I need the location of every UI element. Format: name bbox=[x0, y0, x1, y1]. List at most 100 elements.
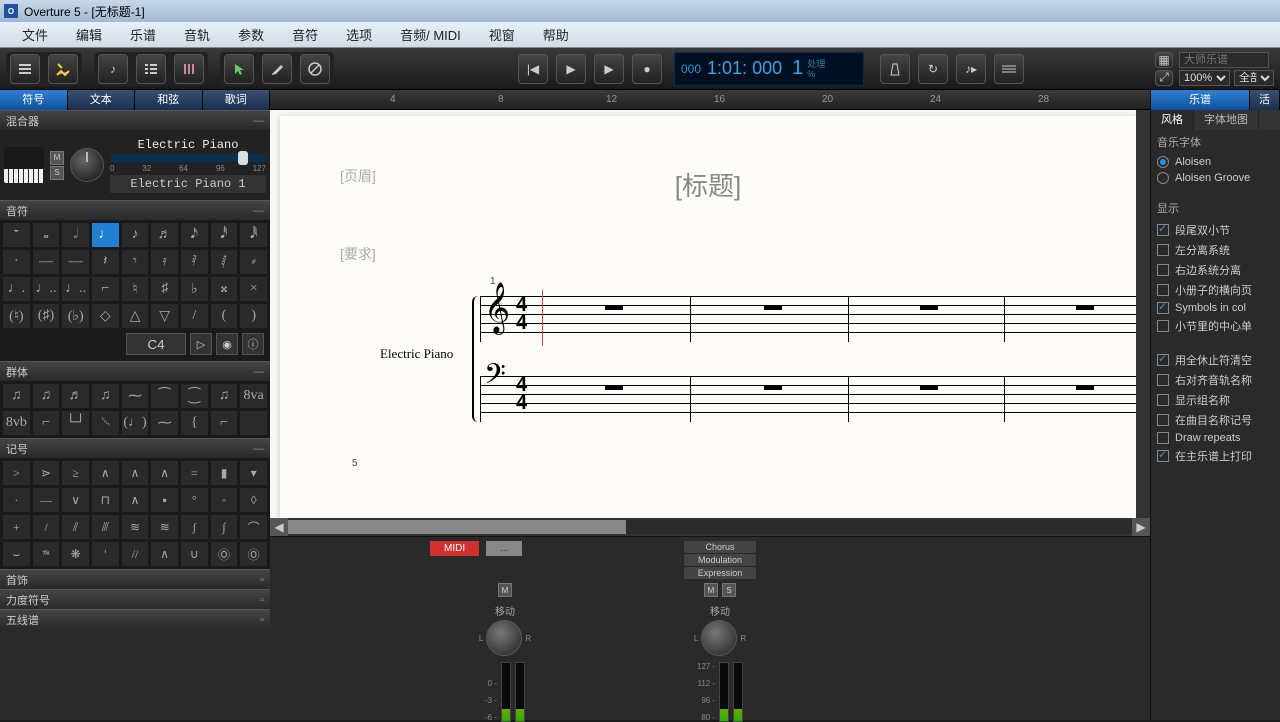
tab-text[interactable]: 文本 bbox=[68, 90, 136, 110]
preset-name[interactable]: Electric Piano 1 bbox=[110, 175, 266, 193]
note-cell[interactable]: 𝅗𝅥 bbox=[61, 222, 90, 248]
group-cell[interactable]: ♫ bbox=[2, 383, 31, 409]
menu-help[interactable]: 帮助 bbox=[529, 25, 583, 44]
mark-cell[interactable]: ▾ bbox=[239, 460, 268, 486]
mark-cell[interactable]: ∨ bbox=[61, 487, 90, 513]
mark-cell[interactable]: ▮ bbox=[210, 460, 239, 486]
note-cell[interactable]: · bbox=[2, 249, 31, 275]
note-cell[interactable]: 𝄿 bbox=[150, 249, 179, 275]
mark-cell[interactable]: ⋗ bbox=[32, 460, 61, 486]
note-cell[interactable]: — bbox=[32, 249, 61, 275]
library-search[interactable] bbox=[1179, 52, 1269, 68]
mark-cell[interactable]: > bbox=[2, 460, 31, 486]
note-cell[interactable]: 𝅝 bbox=[32, 222, 61, 248]
mark-cell[interactable]: = bbox=[180, 460, 209, 486]
mark-cell[interactable]: ∧ bbox=[121, 487, 150, 513]
all-select[interactable]: 全部 bbox=[1234, 70, 1274, 86]
time-signature[interactable]: 44 bbox=[516, 376, 527, 412]
page-header-placeholder[interactable]: [页眉] bbox=[340, 166, 376, 186]
group-cell[interactable]: ⌐ bbox=[32, 410, 61, 436]
pan-knob[interactable] bbox=[70, 148, 104, 182]
display-option[interactable]: 小册子的横向页 bbox=[1151, 280, 1280, 300]
score-area[interactable]: [页眉] [标题] [要求] Electric Piano 1 5 𝄞 44 bbox=[270, 110, 1150, 518]
mark-cell[interactable]: ʃ bbox=[180, 514, 209, 540]
mark-cell[interactable]: ◊ bbox=[239, 487, 268, 513]
ornaments-header[interactable]: 首饰▫ bbox=[0, 569, 270, 589]
font-option[interactable]: Aloisen Groove bbox=[1151, 170, 1280, 186]
mark-cell[interactable]: ⌒ bbox=[239, 514, 268, 540]
group-cell[interactable]: 8va bbox=[239, 383, 268, 409]
group-cell[interactable]: ⁐ bbox=[180, 383, 209, 409]
note-cell[interactable]: ⸗ bbox=[239, 249, 268, 275]
note-cell[interactable]: ♩.. bbox=[61, 276, 90, 302]
pal-info-button[interactable]: ⓘ bbox=[242, 333, 264, 355]
display-option[interactable]: 段尾双小节 bbox=[1151, 220, 1280, 240]
mark-cell[interactable]: / bbox=[32, 514, 61, 540]
mark-cell[interactable]: ⫽ bbox=[61, 514, 90, 540]
note-cell[interactable]: ( bbox=[210, 303, 239, 329]
play2-button[interactable]: ▶ bbox=[594, 54, 624, 84]
zoom-select[interactable]: 100% bbox=[1179, 70, 1230, 86]
requirements-placeholder[interactable]: [要求] bbox=[340, 244, 376, 264]
pencil-tool[interactable] bbox=[262, 54, 292, 84]
note-cell[interactable]: 𝅀 bbox=[180, 249, 209, 275]
note-cell[interactable]: ♩.. bbox=[32, 276, 61, 302]
staves-header[interactable]: 五线谱▫ bbox=[0, 609, 270, 629]
mark-cell[interactable]: Ⓞ bbox=[210, 541, 239, 567]
pal-send-button[interactable]: ▷ bbox=[190, 333, 212, 355]
scroll-right-button[interactable]: ▶ bbox=[1132, 518, 1150, 536]
menu-window[interactable]: 视窗 bbox=[475, 25, 529, 44]
pal-opts-button[interactable]: ◉ bbox=[216, 333, 238, 355]
midi-tab2[interactable]: ... bbox=[486, 541, 522, 556]
loop-button[interactable]: ↻ bbox=[918, 54, 948, 84]
zoom-button[interactable]: ⤢ bbox=[1155, 70, 1173, 86]
pan-knob-2[interactable] bbox=[701, 620, 737, 656]
mark-cell[interactable]: Ⓞ bbox=[239, 541, 268, 567]
mark-cell[interactable]: ≋ bbox=[150, 514, 179, 540]
menu-options[interactable]: 选项 bbox=[332, 25, 386, 44]
group-cell[interactable] bbox=[239, 410, 268, 436]
menu-track[interactable]: 音轨 bbox=[170, 25, 224, 44]
note-cell[interactable]: ⌐ bbox=[91, 276, 120, 302]
group-cell[interactable]: 𝆲 bbox=[91, 410, 120, 436]
note-cell[interactable]: 𝅘𝅥𝅯 bbox=[180, 222, 209, 248]
mixer-view-button[interactable] bbox=[174, 54, 204, 84]
note-cell[interactable]: (♭) bbox=[61, 303, 90, 329]
note-cell[interactable]: ♮ bbox=[121, 276, 150, 302]
display-option[interactable]: Symbols in col bbox=[1151, 300, 1280, 316]
whole-rest[interactable] bbox=[920, 305, 938, 310]
display-option[interactable]: 右对齐音轨名称 bbox=[1151, 370, 1280, 390]
group-cell[interactable]: ♬ bbox=[61, 383, 90, 409]
effect-expression[interactable]: Expression bbox=[684, 567, 757, 579]
mark-cell[interactable]: — bbox=[32, 487, 61, 513]
subtab-fontmap[interactable]: 字体地图 bbox=[1194, 110, 1259, 130]
mark-cell[interactable]: ∧ bbox=[150, 460, 179, 486]
mixer-header[interactable]: 混合器— bbox=[0, 110, 270, 130]
tab-chords[interactable]: 和弦 bbox=[135, 90, 203, 110]
note-cell[interactable]: / bbox=[180, 303, 209, 329]
note-cell[interactable]: △ bbox=[121, 303, 150, 329]
note-cell[interactable]: ♬ bbox=[150, 222, 179, 248]
note-cell[interactable]: 𝄻 bbox=[2, 222, 31, 248]
menu-score[interactable]: 乐谱 bbox=[116, 25, 170, 44]
mark-cell[interactable]: ⊓ bbox=[91, 487, 120, 513]
group-cell[interactable]: ⌐ bbox=[210, 410, 239, 436]
group-cell[interactable]: { bbox=[180, 410, 209, 436]
rtab-live[interactable]: 活 bbox=[1250, 90, 1280, 110]
display-option[interactable]: 左分离系统 bbox=[1151, 240, 1280, 260]
tab-symbols[interactable]: 符号 bbox=[0, 90, 68, 110]
record-button[interactable]: ● bbox=[632, 54, 662, 84]
scroll-thumb[interactable] bbox=[288, 520, 626, 534]
bass-staff[interactable]: 𝄢 44 bbox=[480, 376, 1136, 422]
note-cell[interactable]: (♮) bbox=[2, 303, 31, 329]
play-button[interactable]: ▶ bbox=[556, 54, 586, 84]
mark-cell[interactable]: + bbox=[2, 514, 31, 540]
group-cell[interactable]: ♫ bbox=[210, 383, 239, 409]
midi-solo2[interactable]: S bbox=[722, 583, 736, 597]
metronome-button[interactable] bbox=[880, 54, 910, 84]
subtab-style[interactable]: 风格 bbox=[1151, 110, 1194, 130]
note-view-button[interactable]: ♪ bbox=[98, 54, 128, 84]
whole-rest[interactable] bbox=[1076, 385, 1094, 390]
note-cell[interactable]: (♯) bbox=[32, 303, 61, 329]
note-cell[interactable]: — bbox=[61, 249, 90, 275]
